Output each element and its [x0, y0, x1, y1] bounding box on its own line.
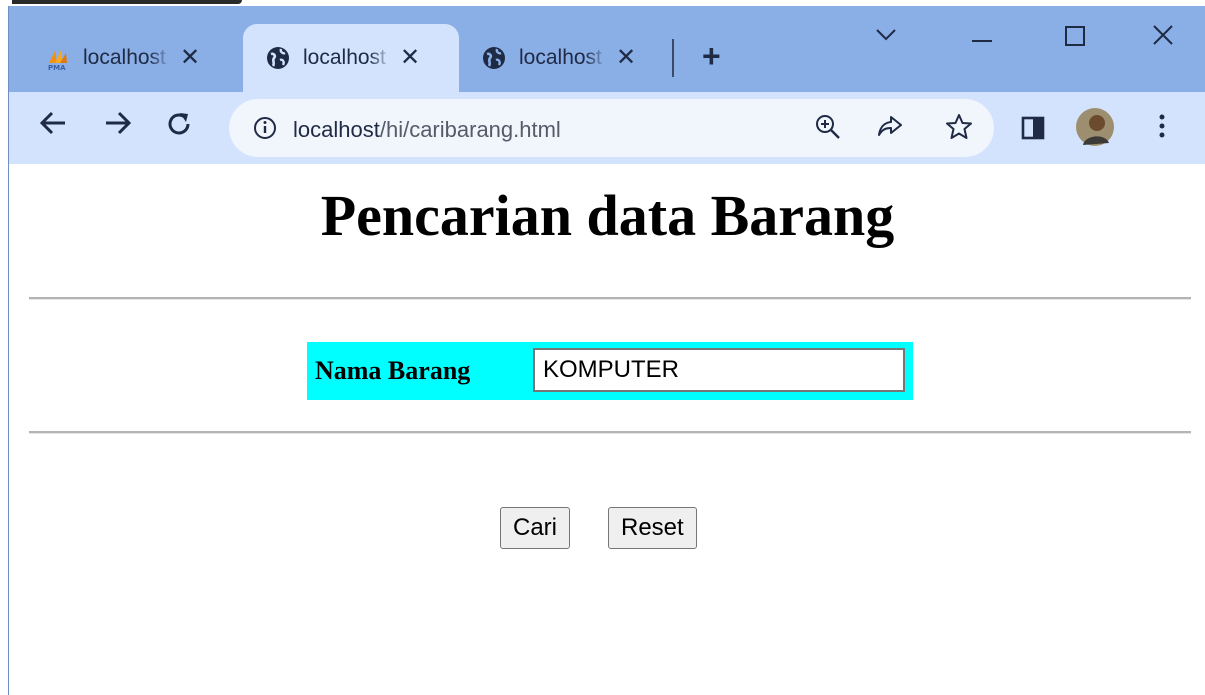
reset-button[interactable]: Reset [608, 507, 697, 549]
site-info-icon[interactable] [253, 116, 277, 145]
close-tab-icon[interactable]: ✕ [397, 46, 423, 70]
bookmark-star-icon[interactable] [945, 113, 973, 146]
close-tab-icon[interactable]: ✕ [177, 46, 203, 70]
tab-separator [672, 39, 674, 77]
tab-strip: PMA localhost ✕ localhost ✕ localhost ✕ … [9, 6, 1205, 92]
forward-icon[interactable] [104, 110, 132, 142]
svg-text:PMA: PMA [48, 64, 66, 71]
phpmyadmin-icon: PMA [45, 45, 71, 72]
close-tab-icon[interactable]: ✕ [613, 46, 639, 70]
divider-bottom [29, 431, 1191, 434]
maximize-icon[interactable] [1065, 26, 1085, 50]
tab-2-active[interactable]: localhost ✕ [243, 24, 459, 92]
new-tab-button[interactable]: + [702, 40, 721, 72]
tab-search-icon[interactable] [875, 24, 897, 46]
tab-title: localhost [519, 46, 602, 69]
avatar[interactable] [1075, 107, 1115, 152]
back-icon[interactable] [39, 110, 67, 142]
browser-window: PMA localhost ✕ localhost ✕ localhost ✕ … [8, 6, 1205, 695]
url-path: /hi/caribarang.html [379, 117, 561, 142]
desktop-edge [12, 0, 242, 4]
share-icon[interactable] [877, 114, 903, 145]
search-form-row: Nama Barang [307, 342, 913, 400]
nama-barang-label: Nama Barang [315, 356, 471, 385]
more-menu-icon[interactable] [1157, 112, 1167, 145]
globe-icon [265, 45, 291, 71]
zoom-icon[interactable] [815, 114, 841, 145]
tab-3[interactable]: localhost ✕ [459, 24, 669, 92]
tab-title: localhost [303, 46, 386, 69]
divider-top [29, 297, 1191, 300]
cari-button[interactable]: Cari [500, 507, 571, 549]
url-host: localhost [293, 117, 380, 142]
tab-title: localhost [83, 46, 166, 69]
globe-icon [481, 45, 507, 71]
close-window-icon[interactable] [1152, 24, 1174, 50]
tab-1[interactable]: PMA localhost ✕ [45, 24, 245, 92]
page-content: Pencarian data Barang Nama Barang Cari R… [9, 164, 1205, 695]
side-panel-icon[interactable] [1021, 116, 1045, 145]
minimize-icon[interactable] [971, 26, 993, 48]
reload-icon[interactable] [165, 110, 193, 144]
page-title: Pencarian data Barang [320, 183, 895, 248]
url-text[interactable]: localhost/hi/caribarang.html [293, 117, 561, 143]
nama-barang-input[interactable] [533, 348, 905, 392]
